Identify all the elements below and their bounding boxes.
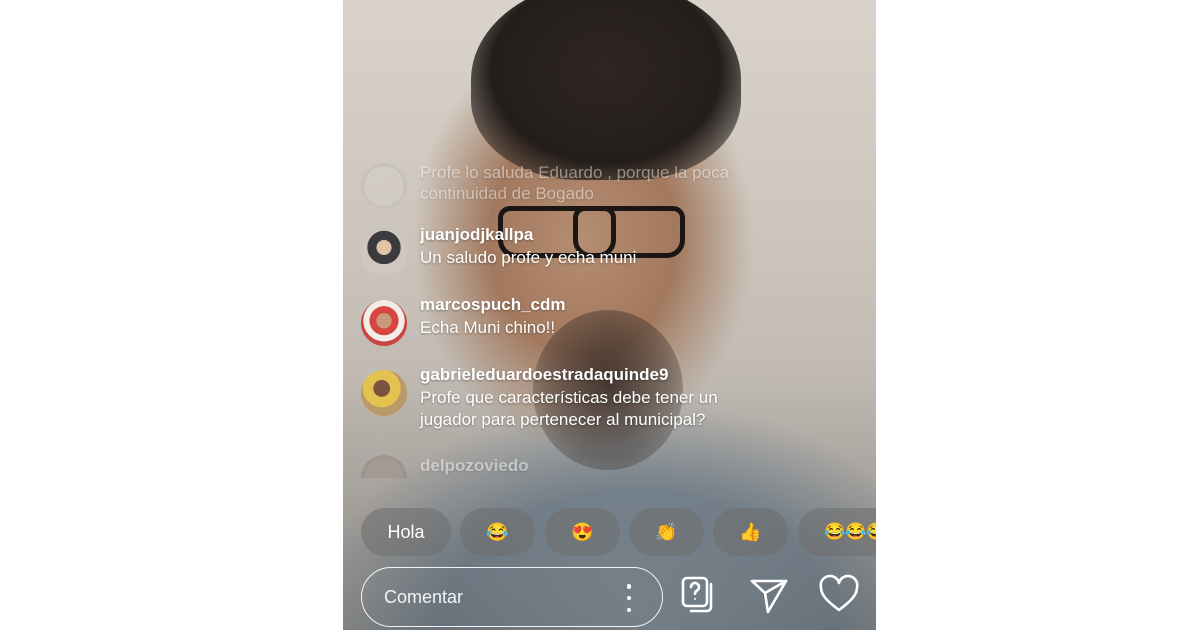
avatar — [361, 163, 407, 209]
avatar — [361, 455, 407, 478]
more-vertical-icon[interactable] — [624, 584, 634, 612]
list-item: delpozoviedo — [361, 450, 761, 478]
comment-box — [361, 567, 663, 627]
avatar[interactable] — [361, 300, 407, 346]
list-item: marcospuch_cdm Echa Muni chino!! — [361, 295, 761, 346]
comment-text: Un saludo profe y echa muni — [420, 248, 637, 267]
comment-username: delpozoviedo — [420, 456, 529, 475]
quick-reaction-heart-eyes[interactable]: 😍 — [545, 508, 620, 556]
avatar[interactable] — [361, 370, 407, 416]
comment-username[interactable]: gabrieleduardoestradaquinde9 — [420, 365, 740, 385]
send-icon[interactable] — [747, 573, 791, 617]
comment-text: Profe que características debe tener un … — [420, 388, 718, 429]
quick-reaction-hola[interactable]: Hola — [361, 508, 451, 556]
live-video-view: Profe lo saluda Eduardo , porque la poca… — [343, 0, 876, 630]
comment-input[interactable] — [384, 582, 604, 612]
comment-text: Echa Muni chino!! — [420, 318, 556, 337]
heart-icon[interactable] — [817, 573, 861, 617]
list-item: Profe lo saluda Eduardo , porque la poca… — [361, 158, 761, 209]
video-background — [471, 0, 741, 180]
comment-username[interactable]: juanjodjkallpa — [420, 225, 636, 245]
quick-reactions-bar: Hola 😂 😍 👏 👍 😂😂😂 — [361, 508, 876, 556]
avatar[interactable] — [361, 230, 407, 276]
comment-username[interactable]: marcospuch_cdm — [420, 295, 566, 315]
list-item: juanjodjkallpa Un saludo profe y echa mu… — [361, 225, 761, 276]
quick-reaction-clap[interactable]: 👏 — [629, 508, 704, 556]
list-item: gabrieleduardoestradaquinde9 Profe que c… — [361, 365, 761, 431]
quick-reaction-laugh-triple[interactable]: 😂😂😂 — [798, 508, 876, 556]
quick-reaction-thumbs-up[interactable]: 👍 — [713, 508, 788, 556]
quick-reaction-laugh[interactable]: 😂 — [460, 508, 535, 556]
question-icon[interactable] — [677, 573, 721, 617]
comment-text: Profe lo saluda Eduardo , porque la poca… — [420, 163, 730, 203]
